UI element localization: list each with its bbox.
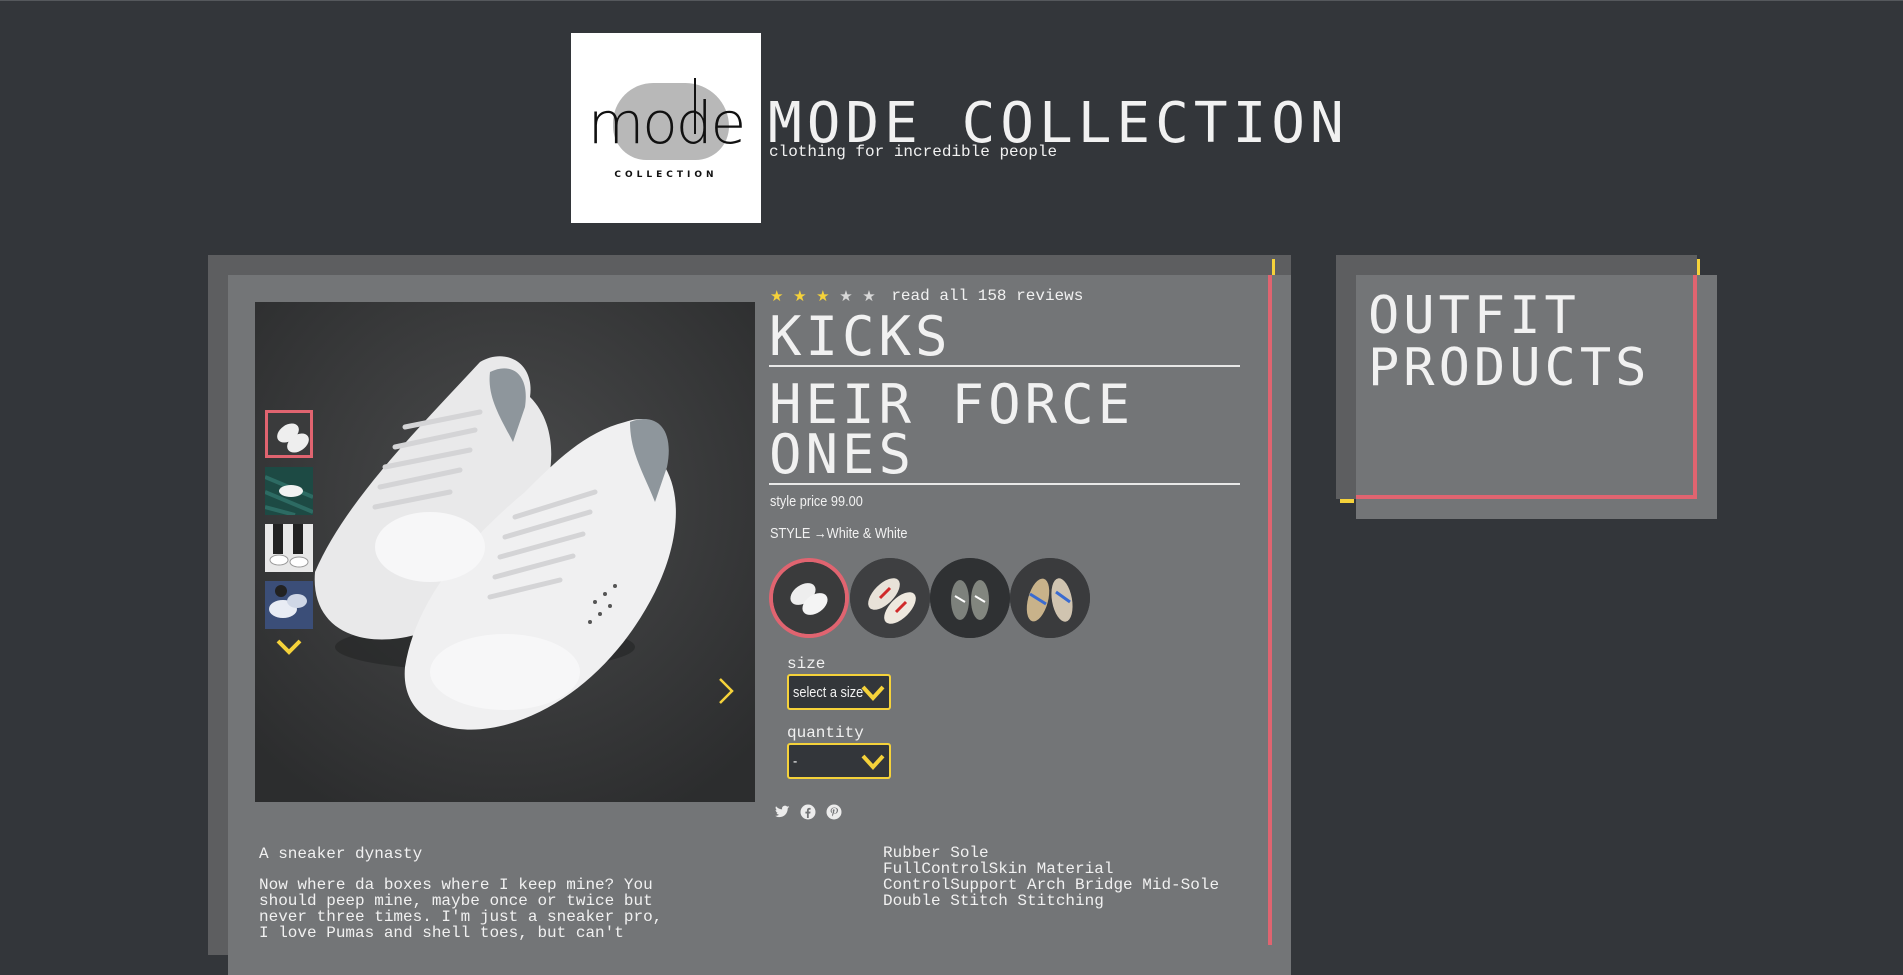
star-empty-icon: ★	[839, 287, 853, 305]
product-category: KICKS	[769, 305, 952, 368]
quantity-select[interactable]: -	[787, 743, 891, 779]
description-body: Now where da boxes where I keep mine? Yo…	[259, 877, 679, 941]
card-accent-pink	[1268, 275, 1272, 945]
star-filled-icon: ★	[793, 287, 807, 305]
chevron-down-icon	[861, 754, 885, 770]
reviews-link[interactable]: read all 158 reviews	[891, 287, 1083, 305]
size-select[interactable]: select a size	[787, 674, 891, 710]
description-line: Now where da boxes where I keep mine? Yo…	[259, 876, 653, 894]
quantity-label: quantity	[787, 724, 864, 742]
description-line: I love Pumas and shell toes, but can't	[259, 924, 624, 942]
card-accent-yellow	[1272, 259, 1275, 275]
top-border	[0, 0, 1903, 1]
thumbnails-down-chevron-icon[interactable]	[274, 636, 304, 658]
outfit-accent-yellow	[1697, 259, 1700, 275]
style-label: STYLE →White & White	[770, 525, 908, 542]
feature-item: Rubber Sole	[883, 844, 989, 862]
pinterest-icon[interactable]	[825, 803, 843, 821]
facebook-icon[interactable]	[799, 803, 817, 821]
thumbnail-4[interactable]	[265, 581, 313, 629]
thumbnail-2[interactable]	[265, 467, 313, 515]
size-select-value: select a size	[793, 684, 864, 701]
brand-tagline: clothing for incredible people	[769, 143, 1058, 161]
name-divider	[769, 483, 1240, 485]
style-swatch-white[interactable]	[773, 562, 845, 634]
thumbnail-1[interactable]	[265, 410, 313, 458]
style-swatch-grey[interactable]	[930, 558, 1010, 638]
title-divider	[769, 365, 1240, 367]
feature-list: Rubber Sole FullControlSkin Material Con…	[883, 845, 1219, 909]
product-name-line-2: ONES	[769, 423, 916, 486]
feature-item: Double Stitch Stitching	[883, 892, 1104, 910]
brand-logo[interactable]: mode COLLECTION	[571, 33, 761, 223]
rating: ★ ★ ★ ★ ★ read all 158 reviews	[770, 287, 1083, 306]
chevron-down-icon	[861, 685, 885, 701]
style-swatch-red[interactable]	[850, 558, 930, 638]
description-title: A sneaker dynasty	[259, 845, 423, 863]
quantity-select-value: -	[793, 753, 798, 770]
star-filled-icon: ★	[816, 287, 830, 305]
product-main-image[interactable]	[255, 302, 755, 802]
logo-subtitle: COLLECTION	[614, 170, 718, 180]
outfit-accent-pink	[1693, 275, 1697, 499]
next-image-arrow-icon[interactable]	[714, 676, 738, 706]
thumbnail-3[interactable]	[265, 524, 313, 572]
star-filled-icon: ★	[770, 287, 784, 305]
description-line: never three times. I'm just a sneaker pr…	[259, 908, 663, 926]
product-price: style price 99.00	[770, 493, 863, 510]
outfit-title-line-2: PRODUCTS	[1368, 338, 1651, 398]
feature-item: ControlSupport Arch Bridge Mid-Sole	[883, 876, 1220, 894]
feature-item: FullControlSkin Material	[883, 860, 1114, 878]
outfit-accent-pink	[1356, 495, 1697, 499]
outfit-accent-yellow	[1340, 499, 1354, 503]
star-empty-icon: ★	[862, 287, 876, 305]
twitter-icon[interactable]	[773, 803, 791, 821]
outfit-products-title: OUTFIT PRODUCTS	[1368, 290, 1650, 394]
logo-word: mode	[587, 89, 746, 157]
style-swatch-multi[interactable]	[1010, 558, 1090, 638]
description-line: should peep mine, maybe once or twice bu…	[259, 892, 653, 910]
outfit-title-line-1: OUTFIT	[1368, 286, 1580, 346]
size-label: size	[787, 655, 826, 673]
